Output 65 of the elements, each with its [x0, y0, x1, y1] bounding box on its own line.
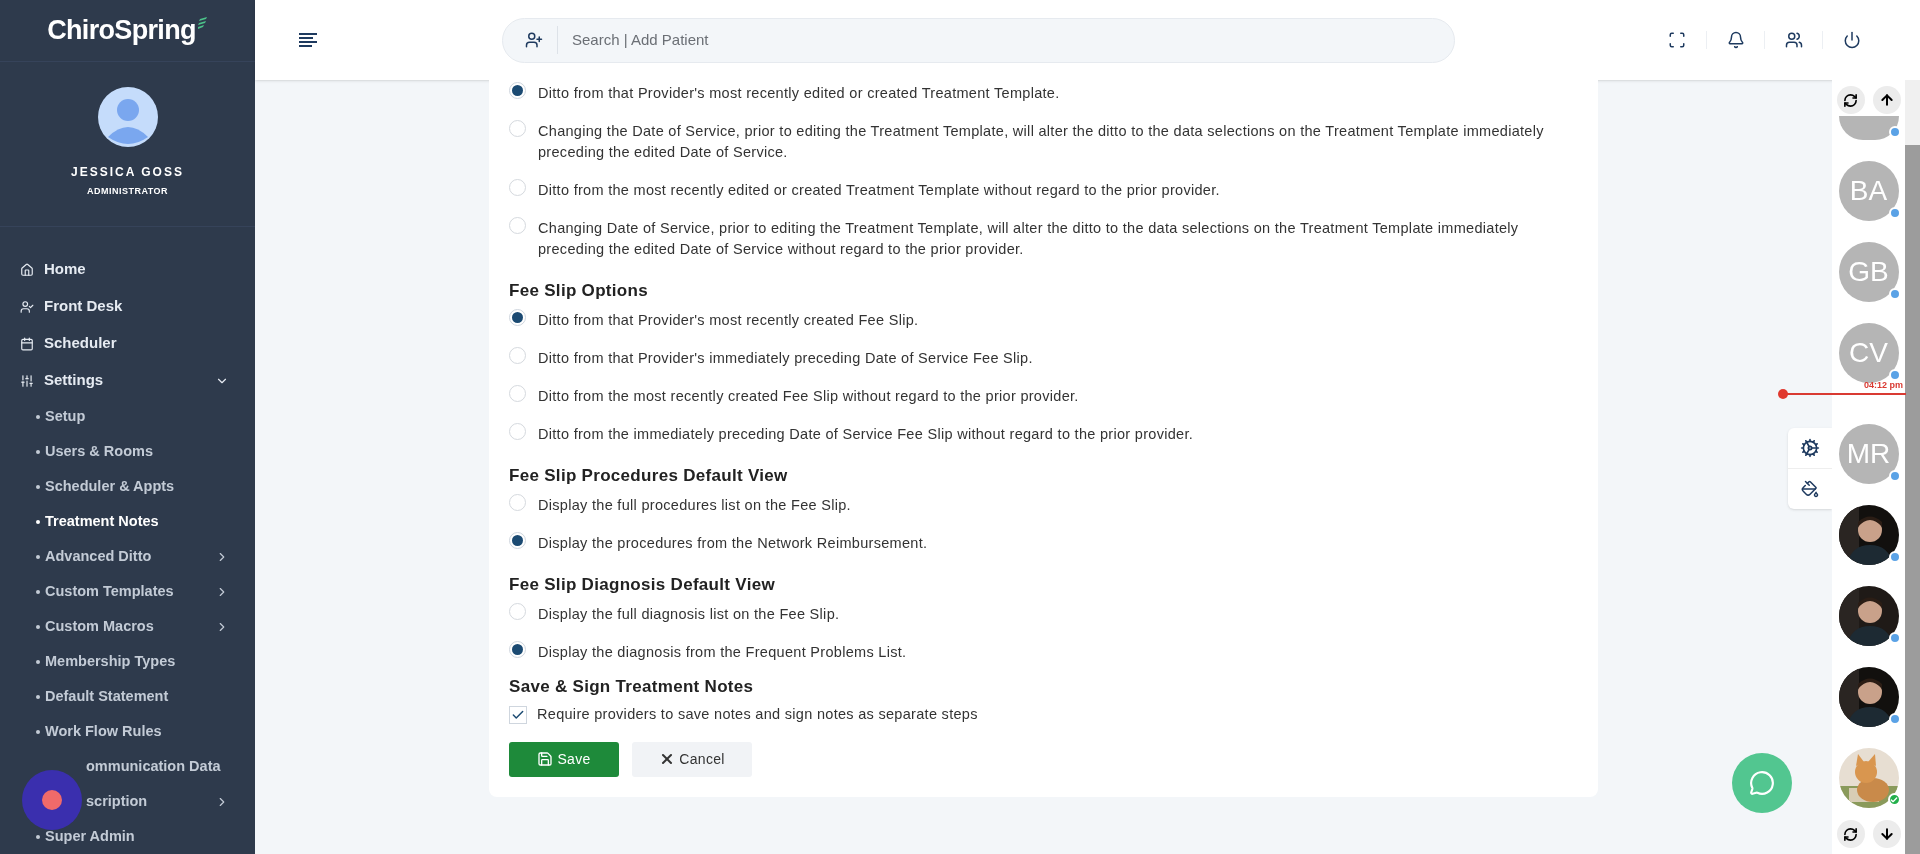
- checkbox[interactable]: [509, 705, 527, 724]
- option-label: Display the diagnosis from the Frequent Problems List.: [538, 643, 907, 662]
- home-icon: [20, 262, 34, 277]
- paint-bucket-icon[interactable]: [1801, 480, 1819, 498]
- submenu-item[interactable]: Setup: [0, 399, 255, 434]
- user-role: ADMINISTRATOR: [86, 184, 169, 198]
- nav-item[interactable]: Scheduler: [0, 325, 255, 362]
- submenu-item[interactable]: ommunication Data: [0, 749, 255, 784]
- checkbox-label: Require providers to save notes and sign notes as separate steps: [537, 705, 978, 724]
- submenu-item[interactable]: Membership Types: [0, 644, 255, 679]
- submenu-item[interactable]: Advanced Ditto: [0, 539, 255, 574]
- user-name: JESSICA GOSS: [71, 163, 184, 181]
- submenu-item[interactable]: Super Admin: [0, 819, 255, 854]
- add-patient-icon[interactable]: [525, 31, 543, 49]
- nav-item[interactable]: Front Desk: [0, 288, 255, 325]
- power-icon[interactable]: [1842, 31, 1861, 49]
- option-label: Ditto from that Provider's most recently created Fee Slip.: [538, 311, 919, 330]
- submenu-item[interactable]: Scheduler & Appts: [0, 469, 255, 504]
- submenu-item[interactable]: scription: [0, 784, 255, 819]
- scrollbar-thumb[interactable]: [1905, 145, 1920, 854]
- submenu-item[interactable]: Users & Rooms: [0, 434, 255, 469]
- users-icon[interactable]: [1784, 31, 1803, 49]
- submenu-item[interactable]: Default Statement: [0, 679, 255, 714]
- nav-item[interactable]: Home: [0, 251, 255, 288]
- save-icon: [537, 751, 554, 768]
- option-label: Changing Date of Service, prior to editing the Treatment Template, will alter the ditto to the data selections on the Treatment Template immediately preceding the edited Date of Service without regard to the prior provider.: [538, 219, 1520, 259]
- option-label: Ditto from the most recently created Fee Slip without regard to the prior provider.: [538, 387, 1079, 406]
- option-label: Display the full procedures list on the Fee Slip.: [538, 496, 851, 515]
- submenu-item[interactable]: Custom Macros: [0, 609, 255, 644]
- sliders-icon: [20, 373, 34, 388]
- fullscreen-icon[interactable]: [1668, 31, 1686, 49]
- refresh-icon: [1843, 92, 1858, 108]
- scroll-down-button[interactable]: [1872, 820, 1901, 848]
- refresh-icon: [1843, 826, 1858, 842]
- option-label: Display the procedures from the Network Reimbursement.: [538, 534, 928, 553]
- avatar-icon: [97, 86, 158, 147]
- save-button[interactable]: Save: [509, 741, 619, 777]
- scroll-up-button[interactable]: [1872, 86, 1901, 114]
- search-bar[interactable]: Search | Add Patient: [502, 17, 1455, 63]
- bell-icon[interactable]: [1726, 31, 1745, 49]
- section-title: Save & Sign Treatment Notes: [509, 677, 755, 697]
- refresh-button[interactable]: [1836, 86, 1865, 114]
- nav-item[interactable]: Settings: [0, 362, 255, 399]
- brand-logo[interactable]: ChiroSpring: [47, 10, 196, 51]
- leaf-icon: [197, 17, 208, 30]
- calendar-icon: [20, 336, 34, 351]
- refresh-button[interactable]: [1836, 820, 1865, 848]
- submenu-item[interactable]: Work Flow Rules: [0, 714, 255, 749]
- option-label: Ditto from the immediately preceding Date of Service Fee Slip without regard to the prior provider.: [538, 425, 1194, 444]
- option-label: Display the full diagnosis list on the Fee Slip.: [538, 605, 840, 624]
- submenu-item[interactable]: Custom Templates: [0, 574, 255, 609]
- option-label: Ditto from that Provider's most recently edited or created Treatment Template.: [538, 84, 1060, 103]
- section-title: Fee Slip Options: [509, 281, 649, 301]
- chat-icon: [1749, 770, 1775, 796]
- submenu-item[interactable]: Treatment Notes: [0, 504, 255, 539]
- menu-icon[interactable]: [299, 33, 317, 47]
- option-label: Ditto from that Provider's immediately preceding Date of Service Fee Slip.: [538, 349, 1033, 368]
- user-check-icon: [20, 299, 34, 314]
- gear-icon[interactable]: [1800, 438, 1820, 458]
- section-title: Fee Slip Diagnosis Default View: [509, 575, 776, 595]
- search-field[interactable]: Search | Add Patient: [572, 28, 1454, 52]
- option-label: Changing the Date of Service, prior to editing the Treatment Template, will alter the ditto to the data selections on the Treatment Template immediately preceding the edited Date of Service.: [538, 122, 1545, 162]
- section-title: Fee Slip Procedures Default View: [509, 466, 789, 486]
- cancel-button[interactable]: Cancel: [632, 741, 752, 777]
- option-label: Ditto from the most recently edited or created Treatment Template without regard to the prior provider.: [538, 181, 1220, 200]
